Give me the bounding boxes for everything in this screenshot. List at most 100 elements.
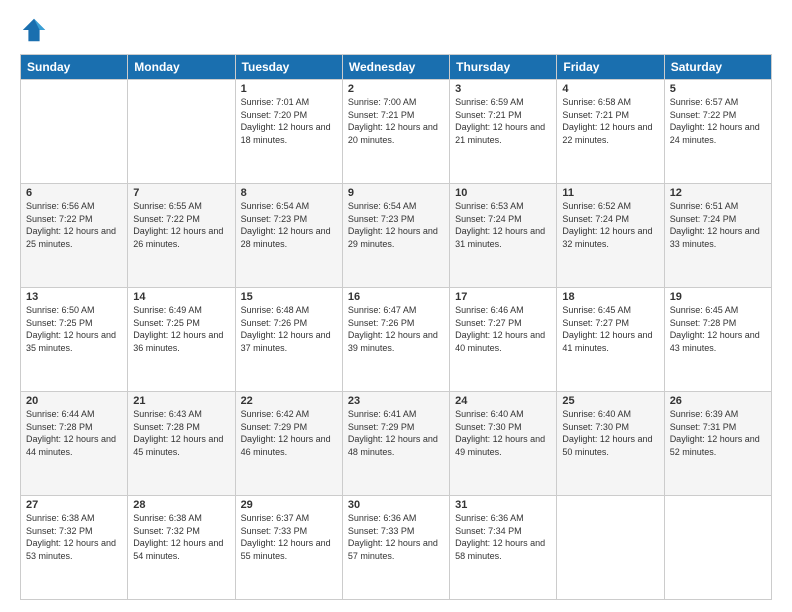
day-info: Sunrise: 6:59 AMSunset: 7:21 PMDaylight:… [455,96,551,146]
calendar-cell [557,496,664,600]
day-number: 26 [670,395,766,407]
day-number: 24 [455,395,551,407]
calendar-cell: 27Sunrise: 6:38 AMSunset: 7:32 PMDayligh… [21,496,128,600]
page: SundayMondayTuesdayWednesdayThursdayFrid… [0,0,792,612]
day-info: Sunrise: 6:39 AMSunset: 7:31 PMDaylight:… [670,408,766,458]
day-number: 18 [562,291,658,303]
calendar-cell: 7Sunrise: 6:55 AMSunset: 7:22 PMDaylight… [128,184,235,288]
calendar-cell: 20Sunrise: 6:44 AMSunset: 7:28 PMDayligh… [21,392,128,496]
day-number: 19 [670,291,766,303]
calendar-cell: 19Sunrise: 6:45 AMSunset: 7:28 PMDayligh… [664,288,771,392]
day-number: 5 [670,83,766,95]
calendar-cell: 22Sunrise: 6:42 AMSunset: 7:29 PMDayligh… [235,392,342,496]
calendar-cell: 15Sunrise: 6:48 AMSunset: 7:26 PMDayligh… [235,288,342,392]
calendar-cell: 10Sunrise: 6:53 AMSunset: 7:24 PMDayligh… [450,184,557,288]
calendar-cell [664,496,771,600]
calendar-cell: 14Sunrise: 6:49 AMSunset: 7:25 PMDayligh… [128,288,235,392]
header [20,16,772,44]
calendar-cell: 25Sunrise: 6:40 AMSunset: 7:30 PMDayligh… [557,392,664,496]
day-info: Sunrise: 6:37 AMSunset: 7:33 PMDaylight:… [241,512,337,562]
day-number: 28 [133,499,229,511]
day-number: 6 [26,187,122,199]
calendar-cell: 23Sunrise: 6:41 AMSunset: 7:29 PMDayligh… [342,392,449,496]
col-header-monday: Monday [128,55,235,80]
day-number: 8 [241,187,337,199]
calendar-cell: 5Sunrise: 6:57 AMSunset: 7:22 PMDaylight… [664,80,771,184]
day-number: 9 [348,187,444,199]
day-number: 30 [348,499,444,511]
calendar-cell: 31Sunrise: 6:36 AMSunset: 7:34 PMDayligh… [450,496,557,600]
calendar-cell: 13Sunrise: 6:50 AMSunset: 7:25 PMDayligh… [21,288,128,392]
col-header-wednesday: Wednesday [342,55,449,80]
day-number: 11 [562,187,658,199]
day-number: 20 [26,395,122,407]
day-info: Sunrise: 6:51 AMSunset: 7:24 PMDaylight:… [670,200,766,250]
day-info: Sunrise: 6:52 AMSunset: 7:24 PMDaylight:… [562,200,658,250]
day-info: Sunrise: 6:47 AMSunset: 7:26 PMDaylight:… [348,304,444,354]
calendar-cell: 17Sunrise: 6:46 AMSunset: 7:27 PMDayligh… [450,288,557,392]
day-number: 3 [455,83,551,95]
calendar-table: SundayMondayTuesdayWednesdayThursdayFrid… [20,54,772,600]
day-number: 14 [133,291,229,303]
day-number: 23 [348,395,444,407]
day-info: Sunrise: 6:48 AMSunset: 7:26 PMDaylight:… [241,304,337,354]
col-header-saturday: Saturday [664,55,771,80]
day-number: 25 [562,395,658,407]
day-info: Sunrise: 6:40 AMSunset: 7:30 PMDaylight:… [455,408,551,458]
day-number: 4 [562,83,658,95]
calendar-cell: 2Sunrise: 7:00 AMSunset: 7:21 PMDaylight… [342,80,449,184]
day-info: Sunrise: 6:56 AMSunset: 7:22 PMDaylight:… [26,200,122,250]
day-info: Sunrise: 7:00 AMSunset: 7:21 PMDaylight:… [348,96,444,146]
calendar-cell: 16Sunrise: 6:47 AMSunset: 7:26 PMDayligh… [342,288,449,392]
day-info: Sunrise: 6:58 AMSunset: 7:21 PMDaylight:… [562,96,658,146]
calendar-cell: 4Sunrise: 6:58 AMSunset: 7:21 PMDaylight… [557,80,664,184]
day-info: Sunrise: 6:57 AMSunset: 7:22 PMDaylight:… [670,96,766,146]
day-number: 12 [670,187,766,199]
day-number: 22 [241,395,337,407]
day-number: 15 [241,291,337,303]
day-number: 29 [241,499,337,511]
day-info: Sunrise: 6:45 AMSunset: 7:28 PMDaylight:… [670,304,766,354]
day-number: 13 [26,291,122,303]
calendar-cell: 24Sunrise: 6:40 AMSunset: 7:30 PMDayligh… [450,392,557,496]
day-info: Sunrise: 6:42 AMSunset: 7:29 PMDaylight:… [241,408,337,458]
day-info: Sunrise: 6:45 AMSunset: 7:27 PMDaylight:… [562,304,658,354]
day-info: Sunrise: 6:54 AMSunset: 7:23 PMDaylight:… [348,200,444,250]
day-number: 17 [455,291,551,303]
calendar-cell: 9Sunrise: 6:54 AMSunset: 7:23 PMDaylight… [342,184,449,288]
calendar-cell: 11Sunrise: 6:52 AMSunset: 7:24 PMDayligh… [557,184,664,288]
logo [20,16,50,44]
day-number: 31 [455,499,551,511]
calendar-cell: 8Sunrise: 6:54 AMSunset: 7:23 PMDaylight… [235,184,342,288]
calendar-cell: 21Sunrise: 6:43 AMSunset: 7:28 PMDayligh… [128,392,235,496]
day-number: 2 [348,83,444,95]
day-info: Sunrise: 6:36 AMSunset: 7:34 PMDaylight:… [455,512,551,562]
day-info: Sunrise: 6:36 AMSunset: 7:33 PMDaylight:… [348,512,444,562]
day-number: 7 [133,187,229,199]
logo-icon [20,16,48,44]
calendar-cell: 18Sunrise: 6:45 AMSunset: 7:27 PMDayligh… [557,288,664,392]
col-header-tuesday: Tuesday [235,55,342,80]
col-header-sunday: Sunday [21,55,128,80]
day-info: Sunrise: 6:50 AMSunset: 7:25 PMDaylight:… [26,304,122,354]
calendar-cell: 29Sunrise: 6:37 AMSunset: 7:33 PMDayligh… [235,496,342,600]
calendar-cell: 28Sunrise: 6:38 AMSunset: 7:32 PMDayligh… [128,496,235,600]
day-info: Sunrise: 6:38 AMSunset: 7:32 PMDaylight:… [133,512,229,562]
day-info: Sunrise: 6:53 AMSunset: 7:24 PMDaylight:… [455,200,551,250]
day-info: Sunrise: 6:54 AMSunset: 7:23 PMDaylight:… [241,200,337,250]
calendar-cell: 26Sunrise: 6:39 AMSunset: 7:31 PMDayligh… [664,392,771,496]
calendar-cell [128,80,235,184]
calendar-cell: 1Sunrise: 7:01 AMSunset: 7:20 PMDaylight… [235,80,342,184]
day-number: 10 [455,187,551,199]
day-info: Sunrise: 6:49 AMSunset: 7:25 PMDaylight:… [133,304,229,354]
day-info: Sunrise: 6:43 AMSunset: 7:28 PMDaylight:… [133,408,229,458]
day-number: 1 [241,83,337,95]
calendar-cell: 30Sunrise: 6:36 AMSunset: 7:33 PMDayligh… [342,496,449,600]
col-header-friday: Friday [557,55,664,80]
day-number: 27 [26,499,122,511]
calendar-cell: 12Sunrise: 6:51 AMSunset: 7:24 PMDayligh… [664,184,771,288]
calendar-cell [21,80,128,184]
day-info: Sunrise: 6:55 AMSunset: 7:22 PMDaylight:… [133,200,229,250]
day-info: Sunrise: 6:40 AMSunset: 7:30 PMDaylight:… [562,408,658,458]
day-number: 16 [348,291,444,303]
